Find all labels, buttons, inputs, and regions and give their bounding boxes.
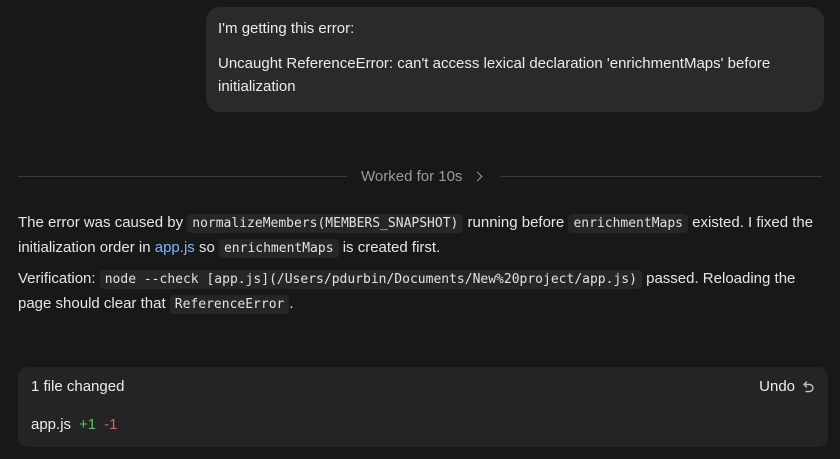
user-message-spacer bbox=[218, 40, 812, 52]
worked-divider: Worked for 10s bbox=[18, 162, 822, 190]
undo-button[interactable]: Undo bbox=[759, 378, 815, 395]
response-paragraph-1: The error was caused by normalizeMembers… bbox=[18, 211, 822, 261]
inline-code: enrichmentMaps bbox=[218, 239, 339, 258]
changes-summary: 1 file changed bbox=[31, 378, 125, 395]
response-text: is created first. bbox=[338, 239, 441, 256]
undo-label: Undo bbox=[759, 378, 795, 395]
worked-for-toggle[interactable]: Worked for 10s bbox=[361, 166, 483, 186]
inline-code: node --check [app.js](/Users/pdurbin/Doc… bbox=[99, 270, 642, 289]
changed-file-row[interactable]: app.js +1 -1 bbox=[31, 416, 117, 433]
response-text: so bbox=[194, 239, 219, 256]
lines-removed: -1 bbox=[104, 416, 118, 433]
divider-right bbox=[500, 176, 822, 177]
user-message-bubble: I'm getting this error: Uncaught Referen… bbox=[206, 7, 824, 112]
undo-icon bbox=[803, 380, 814, 392]
inline-code: normalizeMembers(MEMBERS_SNAPSHOT) bbox=[187, 214, 464, 233]
response-text: The error was caused by bbox=[18, 214, 188, 231]
lines-added: +1 bbox=[79, 416, 97, 433]
divider-left bbox=[18, 176, 347, 177]
response-text: running before bbox=[463, 214, 569, 231]
response-paragraph-2: Verification: node --check [app.js](/Use… bbox=[18, 267, 822, 317]
chat-page: I'm getting this error: Uncaught Referen… bbox=[0, 0, 840, 459]
response-text: Verification: bbox=[18, 270, 100, 287]
inline-code: ReferenceError bbox=[169, 295, 290, 314]
app-js-link[interactable]: app.js bbox=[155, 239, 195, 256]
file-changes-card: 1 file changed Undo app.js +1 -1 bbox=[18, 367, 828, 447]
chevron-right-icon bbox=[472, 171, 483, 181]
inline-code: enrichmentMaps bbox=[568, 214, 689, 233]
user-message-line-1: I'm getting this error: bbox=[218, 20, 355, 37]
user-message-error-text: Uncaught ReferenceError: can't access le… bbox=[218, 55, 771, 95]
response-text: . bbox=[289, 295, 294, 312]
worked-for-label: Worked for 10s bbox=[361, 167, 463, 185]
file-name: app.js bbox=[31, 416, 72, 433]
